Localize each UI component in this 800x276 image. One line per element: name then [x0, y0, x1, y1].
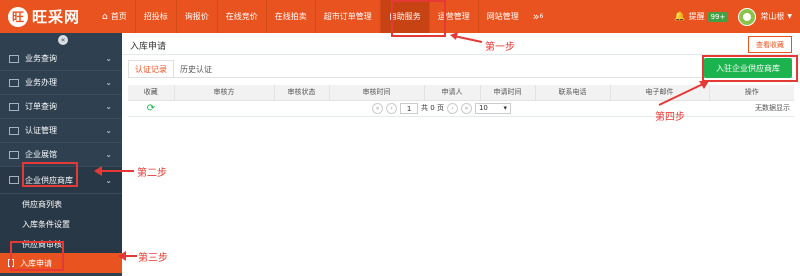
- caret-down-icon: ▾: [503, 104, 507, 112]
- sidebar-item-business-query[interactable]: 业务查询 ⌄: [0, 47, 122, 71]
- step1-label: 第一步: [485, 42, 515, 53]
- arrow-step3: [118, 251, 137, 261]
- home-icon: ⌂: [102, 11, 108, 22]
- menu-icon: [9, 78, 19, 87]
- next-page-icon[interactable]: ›: [446, 102, 458, 114]
- column-header[interactable]: 操作: [709, 85, 794, 101]
- highlight-step1: [391, 0, 446, 37]
- chevron-down-icon: ⌄: [105, 150, 112, 159]
- nav-home[interactable]: ⌂ 首页: [96, 0, 135, 33]
- main-nav: ⌂ 首页 招投标 询报价 在线竞价 在线拍卖 超市订单管理 自助服务 运营管理 …: [96, 0, 549, 33]
- first-page-icon[interactable]: «: [372, 102, 384, 114]
- column-header[interactable]: 收藏: [128, 85, 175, 101]
- menu-icon: [9, 54, 19, 63]
- menu-icon: [9, 150, 19, 159]
- remind-label[interactable]: 提醒: [689, 11, 705, 22]
- tab-certification-records[interactable]: 认证记录: [128, 60, 174, 78]
- menu-icon: [9, 126, 19, 135]
- column-header[interactable]: 审核时间: [329, 85, 425, 101]
- page-number-input[interactable]: 1: [400, 102, 419, 114]
- pagination: « ‹ 1 共 0 页 › » 10 ▾: [174, 102, 709, 114]
- arrow-step2: [94, 166, 134, 176]
- column-header[interactable]: 审核状态: [274, 85, 330, 101]
- total-pages-label: 共 0 页: [421, 104, 444, 112]
- user-name[interactable]: 常山根: [760, 11, 784, 22]
- notification-badge[interactable]: 99+: [707, 11, 729, 22]
- nav-more-button[interactable]: » 6: [527, 0, 550, 33]
- main-content: 入库申请 查看收藏 认证记录 历史认证 入驻企业供应商库 收藏 审核方 审核状态…: [122, 33, 800, 276]
- double-chevron-right-icon: »: [532, 10, 540, 23]
- caret-down-icon[interactable]: ▼: [787, 13, 792, 20]
- page-title: 入库申请: [130, 42, 167, 52]
- column-header[interactable]: 审核方: [174, 85, 275, 101]
- nav-site-management[interactable]: 网站管理: [479, 0, 527, 33]
- nav-more-count: 6: [539, 13, 544, 20]
- nav-market-orders[interactable]: 超市订单管理: [316, 0, 380, 33]
- menu-icon: [9, 102, 19, 111]
- column-header[interactable]: 联系电话: [535, 85, 611, 101]
- no-data-message: 无数据显示: [709, 100, 794, 117]
- user-icon: [743, 12, 752, 21]
- step3-label: 第三步: [138, 253, 168, 264]
- sidebar-subitem-entry-conditions[interactable]: 入库条件设置: [0, 214, 122, 234]
- chevron-down-icon: ⌄: [105, 78, 112, 87]
- refresh-icon[interactable]: ⟳: [128, 100, 174, 117]
- column-header[interactable]: 申请时间: [480, 85, 536, 101]
- logo-icon: 旺: [8, 6, 28, 27]
- nav-online-bidding[interactable]: 在线竞价: [218, 0, 266, 33]
- tab-history[interactable]: 历史认证: [174, 60, 218, 78]
- menu-icon: [9, 176, 19, 184]
- chevron-down-icon: ⌄: [105, 102, 112, 111]
- sidebar-item-order-query[interactable]: 订单查询 ⌄: [0, 95, 122, 119]
- view-favorites-button[interactable]: 查看收藏: [748, 36, 792, 53]
- chevron-down-icon: ⌄: [105, 54, 112, 63]
- sidebar-item-certification[interactable]: 认证管理 ⌄: [0, 119, 122, 143]
- arrow-step4: [658, 81, 709, 106]
- tab-bar: 认证记录 历史认证: [128, 60, 218, 78]
- prev-page-icon[interactable]: ‹: [386, 102, 398, 114]
- step2-label: 第二步: [137, 168, 167, 179]
- pagination-cell: « ‹ 1 共 0 页 › » 10 ▾: [174, 100, 709, 117]
- sidebar-subitem-supplier-list[interactable]: 供应商列表: [0, 194, 122, 214]
- column-header[interactable]: 申请人: [424, 85, 481, 101]
- user-area: 🔔 提醒 99+ 常山根 ▼: [674, 0, 792, 33]
- sidebar-item-business-handling[interactable]: 业务办理 ⌄: [0, 71, 122, 95]
- sidebar: « 业务查询 ⌄ 业务办理 ⌄ 订单查询 ⌄ 认证管理 ⌄ 企业展馆 ⌄ 企业供…: [0, 33, 122, 276]
- chevron-down-icon: ⌄: [105, 126, 112, 135]
- highlight-step4: [702, 55, 798, 82]
- last-page-icon[interactable]: »: [460, 102, 472, 114]
- avatar[interactable]: [738, 7, 757, 26]
- bell-icon[interactable]: 🔔: [674, 12, 685, 22]
- nav-bidding[interactable]: 招投标: [136, 0, 176, 33]
- highlight-step2: [22, 162, 78, 187]
- collapse-sidebar-icon[interactable]: «: [58, 35, 68, 45]
- logo-text: 旺采网: [32, 8, 81, 26]
- nav-online-auction[interactable]: 在线拍卖: [267, 0, 315, 33]
- step4-label: 第四步: [655, 112, 685, 123]
- arrow-step1: [450, 32, 483, 43]
- highlight-step3: [10, 241, 64, 271]
- logo[interactable]: 旺 旺采网: [8, 6, 80, 27]
- nav-inquiry[interactable]: 询报价: [177, 0, 217, 33]
- page-size-select[interactable]: 10 ▾: [474, 102, 511, 114]
